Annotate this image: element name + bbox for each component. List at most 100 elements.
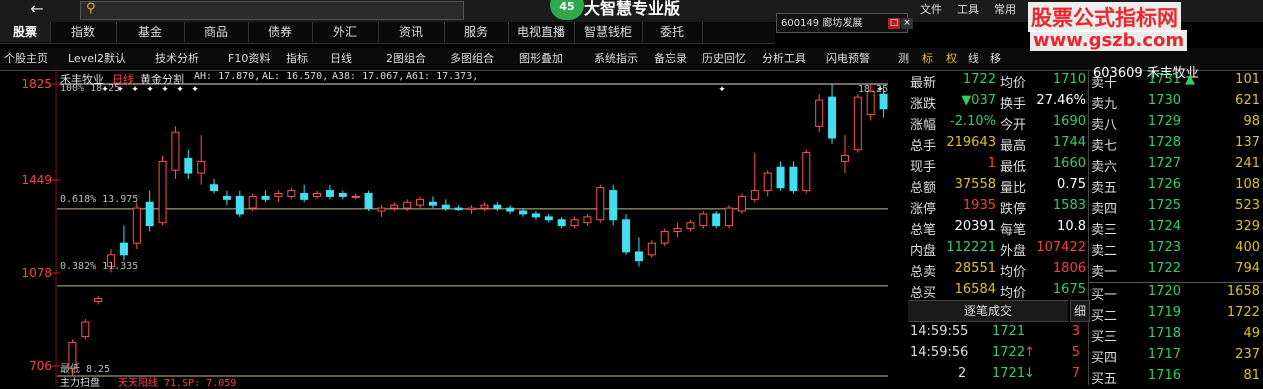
fib-100-label: 100% 18.25 (60, 83, 121, 94)
toolbar-item-4[interactable]: 指标 (286, 50, 308, 68)
search-input[interactable] (80, 1, 464, 20)
tab-3[interactable]: 商品 (184, 22, 249, 42)
search-icon[interactable]: ⚲ (86, 1, 96, 16)
candle-body (557, 219, 566, 227)
ask-row[interactable]: 卖十 1731 ▲ 101 (1089, 72, 1263, 93)
toolbar-item-9[interactable]: 系统指示 (594, 50, 638, 68)
quote-row: 总额 37558 量比 0.75 (908, 177, 1088, 198)
tick-price: 1721 (992, 324, 1026, 339)
ask-row[interactable]: 卖六 1727 241 (1089, 156, 1263, 177)
tick-price: 1722 (992, 345, 1026, 360)
quote-value: 28551 (954, 261, 996, 276)
tab-5[interactable]: 外汇 (312, 22, 379, 42)
quote-value-2: 27.46% (1036, 93, 1086, 108)
app-title: 大智慧专业版 (584, 0, 681, 18)
quote-row: 总笔 20391 每笔 10.8 (908, 219, 1088, 240)
quote-label-2: 均价 (1000, 76, 1027, 91)
candle-body (145, 201, 154, 227)
toolbar-item-8[interactable]: 图形叠加 (519, 50, 563, 68)
ask-row[interactable]: 卖七 1728 137 (1089, 135, 1263, 156)
candle-body (531, 213, 540, 218)
toolbar-item-6[interactable]: 2图组合 (386, 50, 426, 68)
tab-4[interactable]: 债券 (248, 22, 313, 42)
candle-body (480, 204, 489, 209)
toolbar-item-5[interactable]: 日线 (330, 50, 352, 68)
quote-value: 1935 (962, 198, 996, 213)
toolbar-item-18[interactable]: 移 (990, 50, 1001, 68)
toolbar-item-3[interactable]: F10资料 (228, 50, 270, 68)
tab-8[interactable]: 电视直播 (508, 22, 575, 42)
high-label: 18.25 (858, 84, 889, 95)
candle-body (416, 198, 425, 206)
y-tick-label: 706 (29, 359, 52, 373)
ask-row[interactable]: 卖二 1723 400 (1089, 240, 1263, 261)
quote-label-2: 今开 (1000, 118, 1027, 133)
candle-body (184, 157, 193, 174)
ask-volume: 621 (1235, 93, 1260, 108)
chart-toolbar: 个股主页 Level2默认 技术分析 F10资料 指标 日线 2图组合 多图组合 图形叠加 系统指… (0, 48, 1263, 71)
quote-row: 内盘 112221 外盘 107422 (908, 240, 1088, 261)
quote-label-2: 跌停 (1000, 202, 1027, 217)
tab-6[interactable]: 资讯 (378, 22, 445, 42)
toolbar-item-17[interactable]: 线 (968, 50, 979, 68)
ask-volume: 523 (1235, 198, 1260, 213)
toolbar-item-1[interactable]: Level2默认 (68, 50, 126, 68)
bid-price: 1718 (1147, 326, 1181, 341)
candle-body (441, 204, 450, 209)
bid-label: 买五 (1091, 372, 1118, 387)
quote-row: 涨幅 -2.10% 今开 1690 (908, 114, 1088, 135)
bid-row[interactable]: 买四 1717 237 (1089, 347, 1263, 368)
quote-value: 112221 (946, 240, 996, 255)
tick-detail-tab[interactable]: 细 (1070, 300, 1090, 322)
toolbar-item-14[interactable]: 测 (898, 50, 909, 68)
candle-body (300, 193, 309, 200)
kline-chart[interactable]: 1825 1449 1078 706 ✦ ✦ ✦ ✦ ✦ ✦ ✦ ✦ ✦ 禾丰牧业 日线 黄金分割 AH: 1… (0, 70, 907, 389)
ask-label: 卖五 (1091, 181, 1118, 196)
menu-file[interactable]: 文件 (920, 1, 942, 17)
ask-row[interactable]: 卖一 1722 794 (1089, 261, 1263, 282)
quote-value: 37558 (954, 177, 996, 192)
candle-body (428, 201, 437, 206)
quote-label: 最新 (910, 76, 937, 91)
toolbar-item-12[interactable]: 分析工具 (762, 50, 806, 68)
quote-value-2: 1675 (1052, 282, 1086, 297)
tick-header[interactable]: 逐笔成交 (908, 300, 1068, 322)
ask-row[interactable]: 卖九 1730 621 (1089, 93, 1263, 114)
bid-row[interactable]: 买二 1719 1722 (1089, 305, 1263, 326)
ask-row[interactable]: 卖五 1726 108 (1089, 177, 1263, 198)
tab-9[interactable]: 智慧钱柜 (574, 22, 643, 42)
tick-row: 14:59:55 1721 3 (908, 324, 1088, 345)
tab-10[interactable]: 委托 (642, 22, 703, 42)
menu-common[interactable]: 常用 (994, 1, 1016, 17)
toolbar-item-11[interactable]: 历史回忆 (702, 50, 746, 68)
ask-row[interactable]: 卖四 1725 523 (1089, 198, 1263, 219)
toolbar-item-15[interactable]: 标 (922, 50, 933, 68)
toolbar-item-0[interactable]: 个股主页 (4, 50, 48, 68)
close-icon[interactable]: × (901, 18, 913, 29)
tab-1[interactable]: 指数 (50, 22, 117, 42)
toolbar-item-13[interactable]: 闪电预警 (826, 50, 870, 68)
tick-arrow: ↑ (1024, 345, 1035, 360)
menu-tools[interactable]: 工具 (957, 1, 979, 17)
candle-body (699, 213, 708, 227)
bid-label: 买四 (1091, 351, 1118, 366)
indicator-name: 黄金分割 (140, 73, 184, 86)
toolbar-item-2[interactable]: 技术分析 (155, 50, 199, 68)
bid-row[interactable]: 买五 1716 81 (1089, 368, 1263, 389)
ask-row[interactable]: 卖三 1724 329 (1089, 219, 1263, 240)
tab-7[interactable]: 服务 (444, 22, 509, 42)
bid-row[interactable]: 买一 1720 1658 (1089, 284, 1263, 305)
toolbar-item-16[interactable]: 权 (946, 50, 957, 68)
toolbar-item-10[interactable]: 备忘录 (654, 50, 687, 68)
toolbar-item-7[interactable]: 多图组合 (450, 50, 494, 68)
candle-body (776, 166, 785, 189)
back-arrow-icon[interactable]: ← (20, 0, 54, 20)
candle-body (802, 152, 811, 192)
ask-row[interactable]: 卖八 1729 98 (1089, 114, 1263, 135)
fib-ah: AH: 17.870, (194, 71, 261, 82)
minimize-icon[interactable]: □ (888, 18, 900, 29)
tab-2[interactable]: 基金 (116, 22, 185, 42)
candle-body (171, 131, 180, 171)
tab-0[interactable]: 股票 (0, 22, 51, 42)
bid-row[interactable]: 买三 1718 49 (1089, 326, 1263, 347)
